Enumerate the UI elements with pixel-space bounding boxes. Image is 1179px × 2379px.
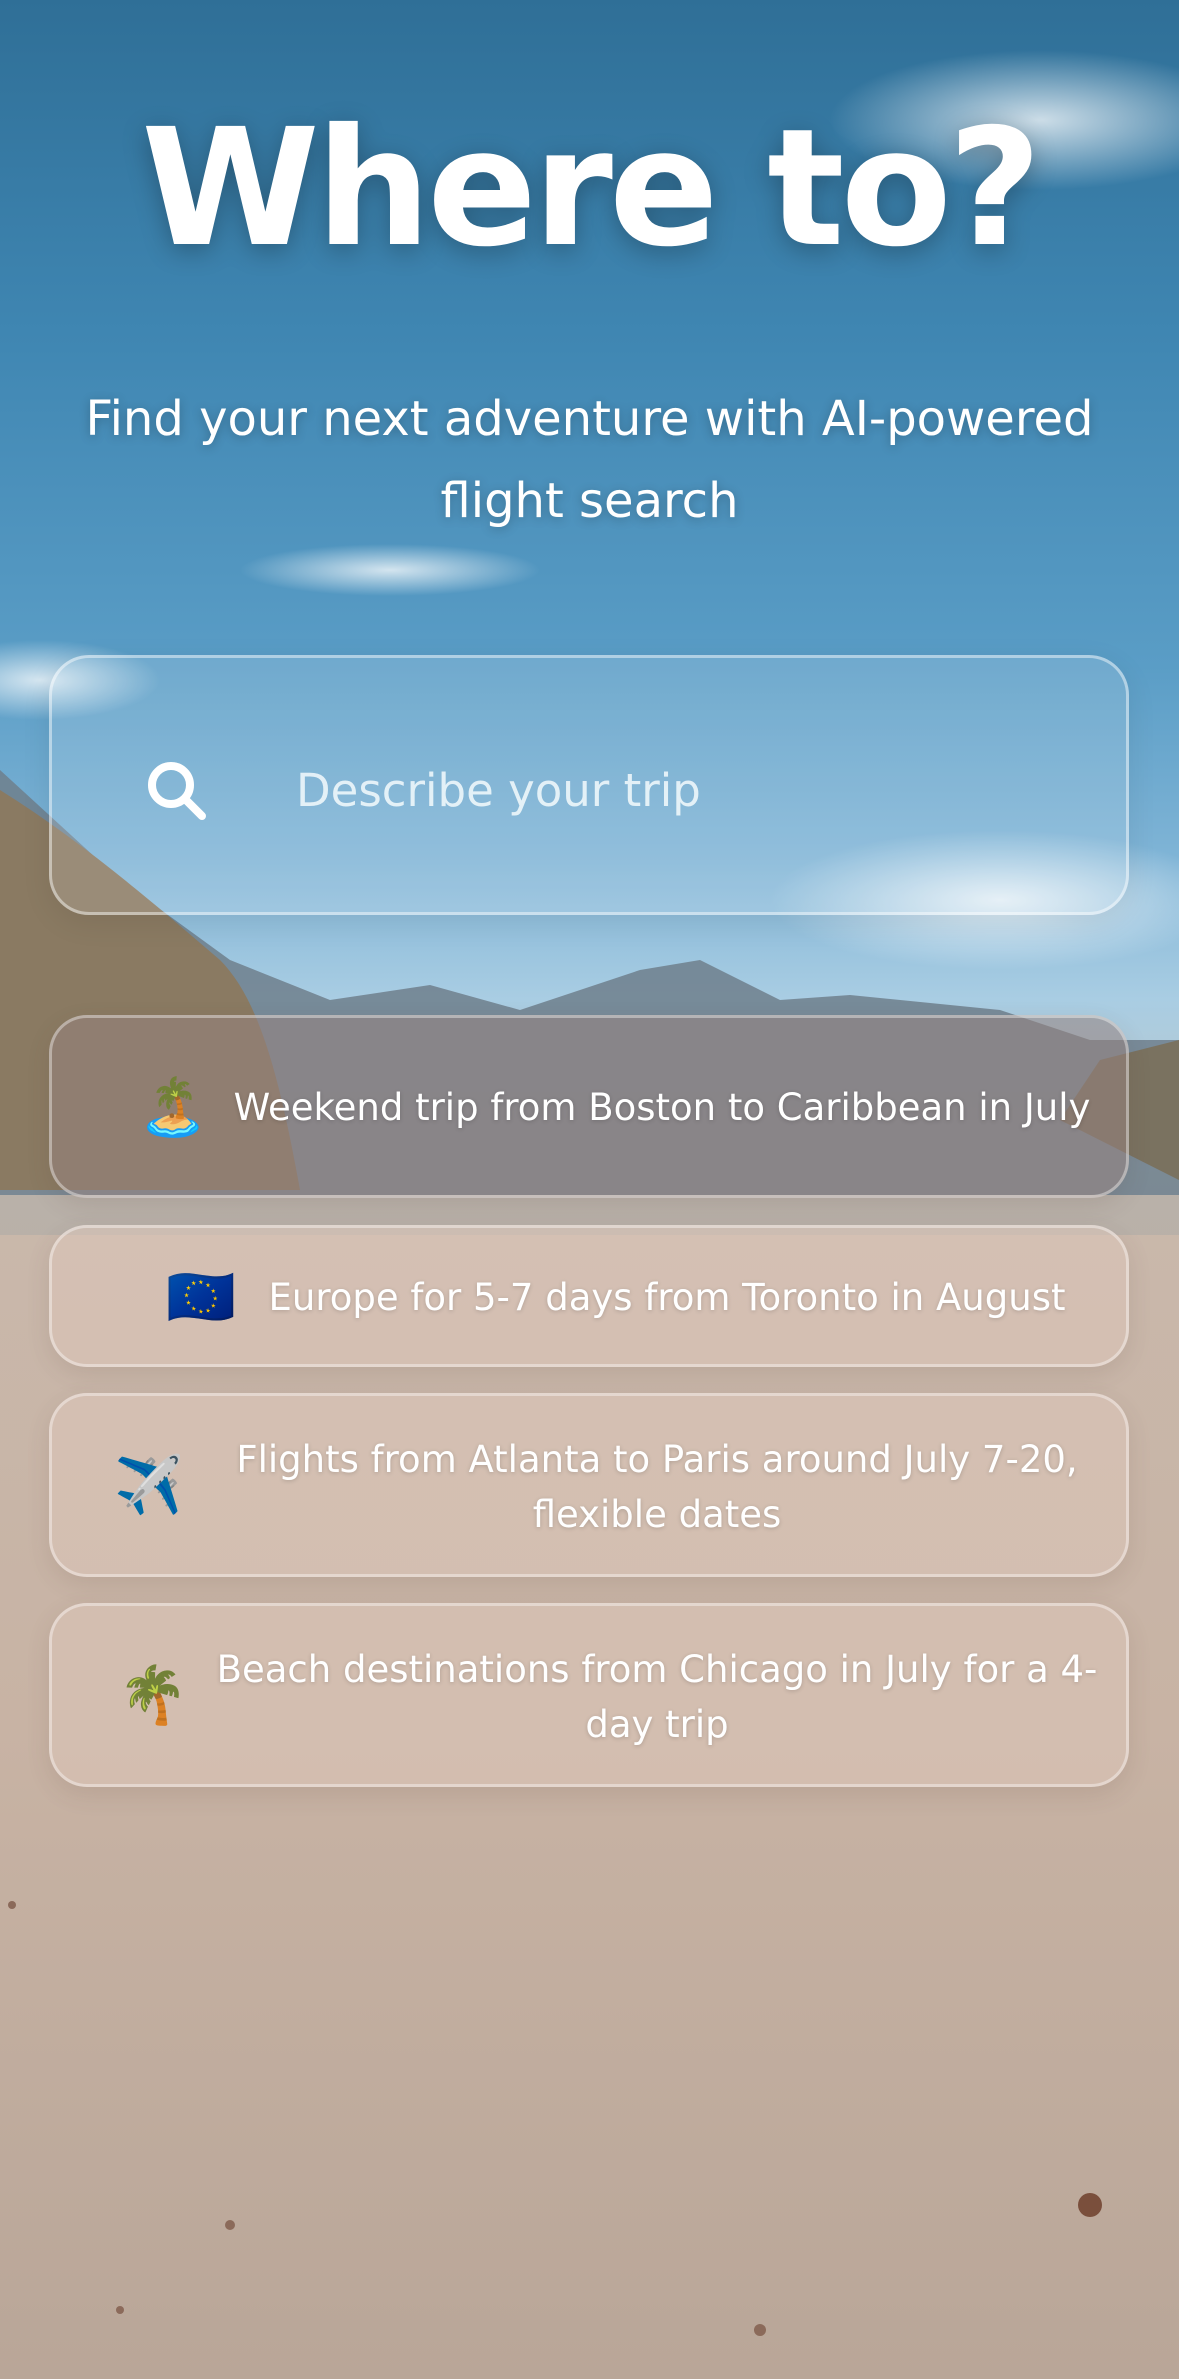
trip-search-box[interactable] — [49, 655, 1129, 915]
trip-search-input[interactable] — [296, 750, 1076, 830]
suggestion-text: Weekend trip from Boston to Caribbean in… — [233, 1086, 1091, 1129]
page-subtitle: Find your next adventure with AI-powered… — [85, 391, 1094, 529]
suggestion-card-beach[interactable]: 🌴 Beach destinations from Chicago in Jul… — [49, 1603, 1129, 1787]
airplane-icon: ✈️ — [114, 1453, 184, 1518]
palm-tree-icon: 🌴 — [118, 1663, 188, 1728]
suggestion-card-europe[interactable]: 🇪🇺 Europe for 5-7 days from Toronto in A… — [49, 1225, 1129, 1367]
eu-flag-icon: 🇪🇺 — [166, 1265, 236, 1330]
page-title: Where to? — [141, 95, 1042, 283]
suggestion-text: Beach destinations from Chicago in July … — [216, 1648, 1098, 1746]
suggestion-text: Europe for 5-7 days from Toronto in Augu… — [268, 1276, 1066, 1319]
suggestion-card-caribbean[interactable]: 🏝️ Weekend trip from Boston to Caribbean… — [49, 1015, 1129, 1198]
suggestion-card-paris[interactable]: ✈️ Flights from Atlanta to Paris around … — [49, 1393, 1129, 1577]
suggestion-text: Flights from Atlanta to Paris around Jul… — [236, 1438, 1078, 1536]
search-icon — [148, 762, 206, 820]
desert-island-icon: 🏝️ — [138, 1075, 208, 1140]
